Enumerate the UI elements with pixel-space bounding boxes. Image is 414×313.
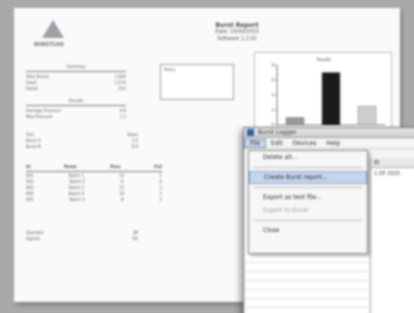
brand-logo: BURSTLOG xyxy=(34,20,74,50)
app-window: Burst Logger File Edit Devices Help ID 1… xyxy=(243,127,414,313)
list-item[interactable]: 1.OF 2015 xyxy=(371,168,414,177)
burst-list[interactable]: ID 1.OF 2015 xyxy=(370,158,414,313)
y-tick-label: 4 xyxy=(271,93,274,98)
divider xyxy=(26,171,162,172)
table-cell: 8 xyxy=(120,197,124,202)
window-title: Burst Logger xyxy=(258,129,297,136)
bar xyxy=(321,72,341,126)
menu-separator xyxy=(253,167,363,168)
brand-logo-icon xyxy=(42,20,64,38)
notes-label: Notes xyxy=(164,67,176,72)
table-cell: Batch 5 xyxy=(69,197,85,202)
bar-chart-svg: Results02468 xyxy=(271,57,385,128)
summary-row: Failed 252 xyxy=(26,86,126,91)
menu-help[interactable]: Help xyxy=(321,140,345,147)
brand-name: BURSTLOG xyxy=(34,42,65,48)
bar-chart: Results 0 2 4 6 8 xyxy=(254,52,392,134)
report-title: Burst Report xyxy=(215,22,259,29)
table-row: 005 Batch 5 8 3 xyxy=(26,197,162,203)
menu-edit[interactable]: Edit xyxy=(266,140,288,147)
y-tick-label: 8 xyxy=(271,63,274,68)
report-subtitle-2: Software 1.2.01 xyxy=(217,36,257,42)
file-menu-dropdown: Delete all... Create Burst report... Expor… xyxy=(248,150,368,254)
values-row: Burst B 0.9 xyxy=(26,144,138,149)
table-cell: 3 xyxy=(159,197,162,202)
app-icon xyxy=(247,129,254,136)
notes-box: Notes xyxy=(160,64,234,100)
results-title: Results xyxy=(68,98,84,103)
report-title-block: Burst Report Date: 10/03/2015 Software 1… xyxy=(202,22,272,43)
results-section: Results Average Pressure 0.8 Max Pressure… xyxy=(26,98,126,120)
y-tick-label: 2 xyxy=(271,108,274,113)
menu-item-export-as-text-file[interactable]: Export as text file... xyxy=(249,191,367,204)
y-tick-label: 6 xyxy=(271,78,274,83)
menu-file[interactable]: File xyxy=(244,138,267,148)
menu-item-create-burst-report[interactable]: Create Burst report... xyxy=(249,171,367,184)
menu-item-close[interactable]: Close xyxy=(249,224,367,237)
bar xyxy=(357,106,377,126)
table-cell: 005 xyxy=(26,197,34,202)
divider xyxy=(26,71,126,72)
batch-table: Id Name Pass Fail 001 Batch 1 12 1 002 Batch 290… xyxy=(26,164,162,203)
table-header: Id Name Pass Fail xyxy=(26,164,162,169)
footer-section: Operator JM Signed OK xyxy=(26,230,138,242)
data-grid[interactable] xyxy=(246,254,368,313)
menubar: File Edit Devices Help xyxy=(244,138,414,149)
values-section: Test Value Burst A 1.0 Burst B 0.9 xyxy=(26,132,138,150)
window-titlebar[interactable]: Burst Logger xyxy=(244,128,414,138)
list-header[interactable]: ID xyxy=(371,158,414,168)
summary-title: Summary xyxy=(66,64,86,69)
chart-title: Results xyxy=(317,57,331,62)
bar xyxy=(285,117,305,126)
divider xyxy=(26,105,126,106)
results-row: Max Pressure 1.2 xyxy=(26,114,126,119)
menu-item-delete-all[interactable]: Delete all... xyxy=(249,151,367,164)
report-subtitle-1: Date: 10/03/2015 xyxy=(214,29,260,35)
menu-devices[interactable]: Devices xyxy=(288,140,322,147)
menu-item-export-to-excel: Export to Excel xyxy=(263,207,309,214)
table-body: 001 Batch 1 12 1 002 Batch 2 9 0 003 Batch 3 11 2 00… xyxy=(26,173,162,203)
menu-separator xyxy=(253,220,363,221)
menu-separator xyxy=(253,187,363,188)
summary-section: Summary Total Bursts 1,826 Good 1,574 Fail… xyxy=(26,64,126,92)
footer-row: Signed OK xyxy=(26,236,138,241)
